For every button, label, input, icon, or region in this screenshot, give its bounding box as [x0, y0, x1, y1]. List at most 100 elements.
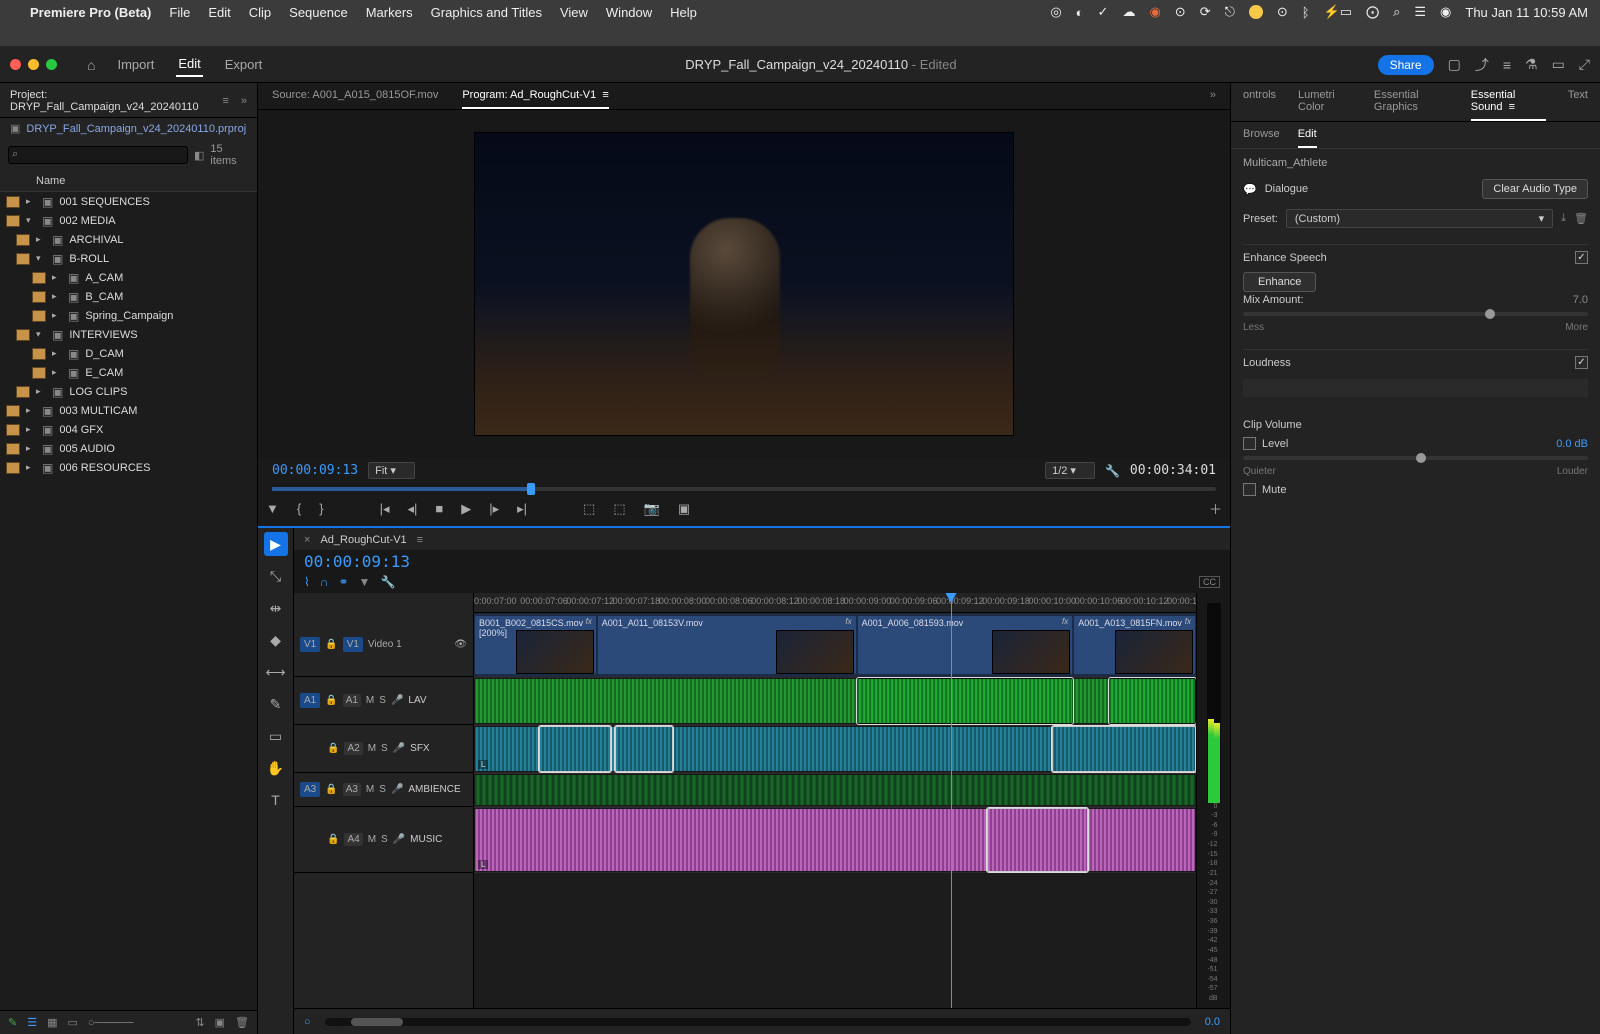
panel-menu-icon[interactable]: ≡: [222, 95, 228, 107]
step-back-icon[interactable]: ◂|: [407, 501, 417, 517]
tab-graphics[interactable]: Essential Graphics: [1374, 89, 1449, 121]
list-view-icon[interactable]: ☰: [27, 1016, 37, 1029]
caret-icon[interactable]: ▸: [52, 310, 62, 321]
a-src-tag[interactable]: A1: [300, 693, 320, 708]
freeform-view-icon[interactable]: ▭: [68, 1016, 78, 1029]
solo-button[interactable]: S: [379, 784, 386, 795]
bin-row[interactable]: ▸ ▣ 004 GFX: [0, 420, 257, 439]
menu-graphics[interactable]: Graphics and Titles: [431, 5, 542, 20]
goto-out-icon[interactable]: ▸|: [517, 501, 527, 517]
bin-list[interactable]: ▸ ▣ 001 SEQUENCES ▾ ▣ 002 MEDIA ▸ ▣ ARCH…: [0, 192, 257, 1010]
share-button[interactable]: Share: [1378, 55, 1434, 75]
a-tgt-tag[interactable]: A2: [344, 742, 362, 755]
track-header[interactable]: 🔒 A4 M S 🎤 MUSIC: [294, 807, 473, 873]
playhead[interactable]: [951, 593, 952, 1008]
program-tab[interactable]: Program: Ad_RoughCut-V1 ≡: [462, 89, 608, 109]
lock-icon[interactable]: 🔒: [327, 743, 339, 754]
control-center-icon[interactable]: ☰: [1414, 4, 1426, 20]
wrench-icon[interactable]: 🔧: [1105, 464, 1120, 478]
type-tool[interactable]: T: [264, 788, 288, 812]
app-name[interactable]: Premiere Pro (Beta): [30, 5, 151, 20]
video-clip[interactable]: fxB001_B002_0815CS.mov [200%]: [474, 615, 597, 675]
beaker-icon[interactable]: ⚗: [1525, 56, 1538, 73]
project-search-input[interactable]: [8, 146, 188, 164]
marker-add-icon[interactable]: ▼: [359, 575, 371, 589]
a-tgt-tag[interactable]: A3: [343, 783, 361, 796]
zoom-out-icon[interactable]: ○: [304, 1016, 311, 1028]
close-icon[interactable]: [10, 59, 21, 70]
bin-row[interactable]: ▾ ▣ INTERVIEWS: [0, 325, 257, 344]
track-header[interactable]: A1 🔒 A1 M S 🎤 LAV: [294, 677, 473, 725]
play-icon[interactable]: ▶: [461, 501, 471, 517]
level-checkbox[interactable]: [1243, 437, 1256, 450]
chat-icon[interactable]: ▭: [1552, 56, 1565, 73]
in-bracket-icon[interactable]: {: [297, 501, 301, 516]
solo-button[interactable]: S: [381, 743, 388, 754]
level-slider[interactable]: [1243, 456, 1588, 460]
a-tgt-tag[interactable]: A1: [343, 694, 361, 707]
lock-icon[interactable]: 🔒: [325, 784, 337, 795]
caret-icon[interactable]: ▸: [52, 272, 62, 283]
loudness-header[interactable]: Loudness: [1243, 357, 1291, 369]
marker-icon[interactable]: ▼: [266, 501, 279, 516]
zoom-slider-icon[interactable]: ○─────: [88, 1017, 134, 1029]
column-name-header[interactable]: Name: [0, 171, 257, 192]
track-v1-lane[interactable]: fxB001_B002_0815CS.mov [200%]fxA001_A011…: [474, 613, 1196, 677]
program-monitor[interactable]: [258, 110, 1230, 458]
bin-row[interactable]: ▸ ▣ Spring_Campaign: [0, 306, 257, 325]
panel-overflow-icon[interactable]: »: [241, 95, 247, 107]
snap-icon[interactable]: ⌇: [304, 575, 310, 589]
menubar-extra-icon[interactable]: [1249, 5, 1263, 19]
home-icon[interactable]: ⌂: [87, 57, 95, 73]
menu-clip[interactable]: Clip: [249, 5, 271, 20]
trash-icon[interactable]: 🗑: [1574, 212, 1588, 225]
timeline-ruler[interactable]: 0:00:07:0000:00:07:0600:00:07:1200:00:07…: [474, 593, 1196, 613]
a-src-tag[interactable]: A3: [300, 782, 320, 797]
enhance-button[interactable]: Enhance: [1243, 272, 1316, 292]
caret-icon[interactable]: ▾: [26, 215, 36, 226]
caret-icon[interactable]: ▸: [36, 386, 46, 397]
lift-icon[interactable]: ⬚: [583, 501, 595, 517]
preset-dropdown[interactable]: (Custom)▾: [1286, 209, 1553, 228]
v1-src-tag[interactable]: V1: [300, 637, 320, 652]
menu-window[interactable]: Window: [606, 5, 652, 20]
minimize-icon[interactable]: [28, 59, 39, 70]
bin-row[interactable]: ▾ ▣ B-ROLL: [0, 249, 257, 268]
tab-essential-sound[interactable]: Essential Sound ≡: [1471, 89, 1546, 121]
battery-icon[interactable]: ⚡▭: [1324, 4, 1352, 20]
track-header[interactable]: A3 🔒 A3 M S 🎤 AMBIENCE: [294, 773, 473, 807]
caret-icon[interactable]: ▸: [36, 234, 46, 245]
out-bracket-icon[interactable]: }: [319, 501, 323, 516]
sequence-tab[interactable]: Ad_RoughCut-V1: [320, 534, 406, 546]
v1-tgt-tag[interactable]: V1: [343, 637, 363, 652]
ripple-tool[interactable]: ⇹: [264, 596, 288, 620]
pen-icon[interactable]: ✎: [8, 1016, 17, 1029]
eye-icon[interactable]: 👁: [454, 639, 467, 650]
bin-row[interactable]: ▸ ▣ D_CAM: [0, 344, 257, 363]
timeline-timecode[interactable]: 00:00:09:13: [294, 550, 1230, 575]
add-button-icon[interactable]: ＋: [1209, 499, 1222, 518]
menu-help[interactable]: Help: [670, 5, 697, 20]
menubar-extra-icon[interactable]: ⊙: [1175, 4, 1186, 20]
trash-icon[interactable]: 🗑: [235, 1016, 249, 1029]
hand-tool[interactable]: ✋: [264, 756, 288, 780]
selection-tool[interactable]: ▶: [264, 532, 288, 556]
es-browse-tab[interactable]: Browse: [1243, 128, 1280, 148]
tab-effect-controls[interactable]: ontrols: [1243, 89, 1276, 121]
enhance-speech-header[interactable]: Enhance Speech: [1243, 252, 1327, 264]
siri-icon[interactable]: ◉: [1440, 4, 1451, 20]
caret-icon[interactable]: ▸: [26, 405, 36, 416]
mute-checkbox[interactable]: [1243, 483, 1256, 496]
mute-button[interactable]: M: [366, 784, 374, 795]
panel-overflow-icon[interactable]: »: [1210, 89, 1216, 109]
source-tab[interactable]: Source: A001_A015_0815OF.mov: [272, 89, 438, 109]
filter-icon[interactable]: ◧: [194, 149, 204, 162]
caret-icon[interactable]: ▸: [26, 424, 36, 435]
enhance-speech-checkbox[interactable]: [1575, 251, 1588, 264]
track-header[interactable]: 🔒 A2 M S 🎤 SFX: [294, 725, 473, 773]
bin-row[interactable]: ▸ ▣ A_CAM: [0, 268, 257, 287]
caret-icon[interactable]: ▸: [26, 196, 36, 207]
magnet-icon[interactable]: ∩: [320, 575, 329, 589]
resolution-dropdown[interactable]: 1/2 ▾: [1045, 462, 1095, 479]
step-fwd-icon[interactable]: |▸: [489, 501, 499, 517]
